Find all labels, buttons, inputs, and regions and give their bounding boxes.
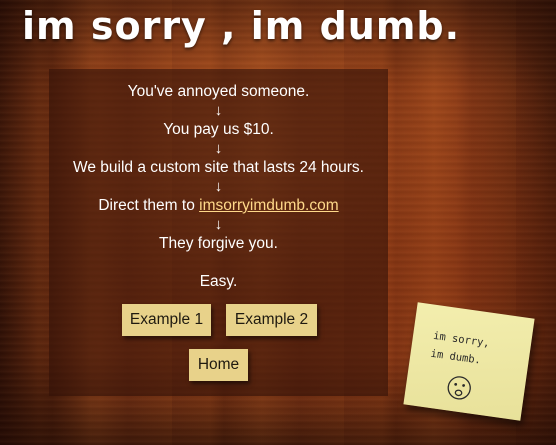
down-arrow-icon: ↓ — [214, 178, 223, 195]
home-button[interactable]: Home — [189, 349, 248, 381]
example-2-button[interactable]: Example 2 — [226, 304, 317, 336]
content-panel: You've annoyed someone. ↓ You pay us $10… — [49, 69, 388, 396]
tagline: Easy. — [199, 273, 238, 290]
example-1-button[interactable]: Example 1 — [122, 304, 211, 336]
down-arrow-icon: ↓ — [214, 140, 223, 157]
site-title: im sorry , im dumb. — [22, 4, 461, 48]
sticky-note-text: im sorry, im dumb. — [429, 327, 523, 375]
step-direct-prefix: Direct them to — [98, 197, 200, 214]
sad-face-icon — [447, 376, 471, 400]
down-arrow-icon: ↓ — [214, 216, 223, 233]
sticky-note: im sorry, im dumb. — [403, 302, 535, 421]
step-pay: You pay us $10. — [163, 121, 274, 138]
down-arrow-icon: ↓ — [214, 102, 223, 119]
step-forgive: They forgive you. — [159, 235, 278, 252]
site-link[interactable]: imsorryimdumb.com — [199, 197, 339, 214]
step-build: We build a custom site that lasts 24 hou… — [73, 159, 364, 176]
step-annoyed: You've annoyed someone. — [127, 83, 310, 100]
step-direct: Direct them to imsorryimdumb.com — [49, 197, 388, 215]
